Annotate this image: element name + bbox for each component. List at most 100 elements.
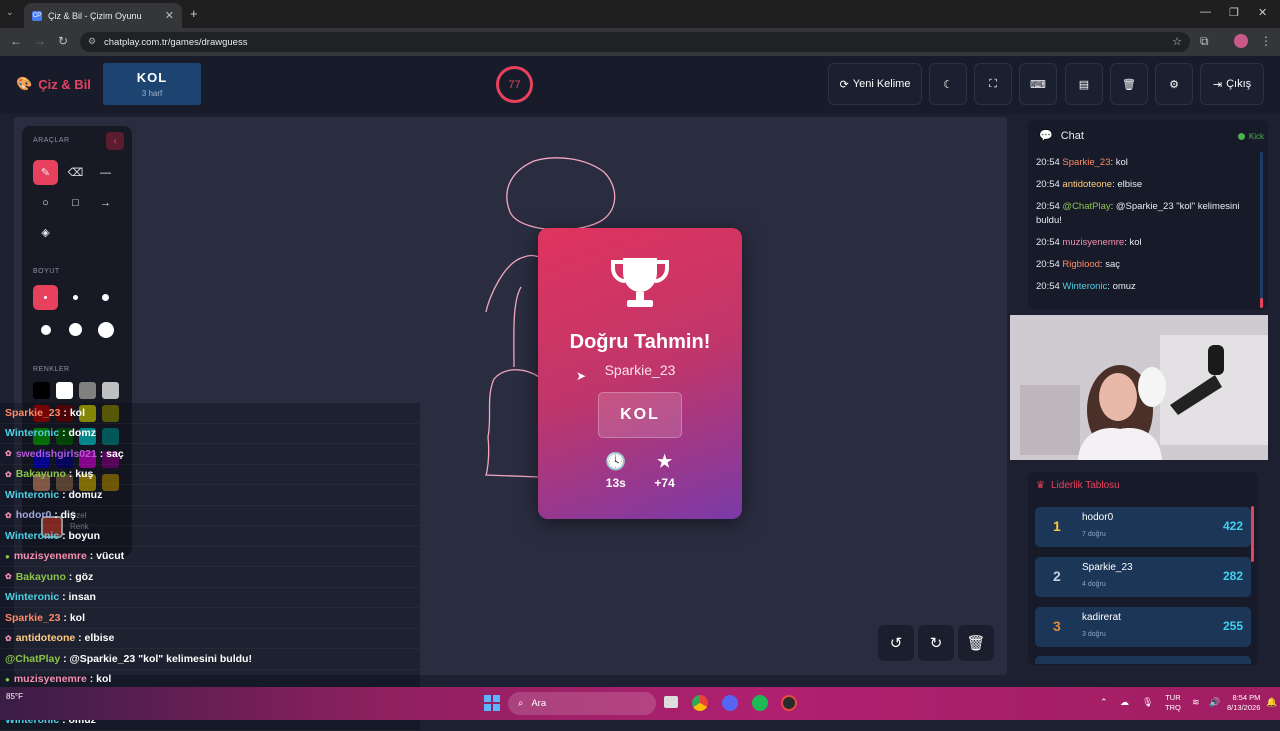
spotify-icon[interactable] [752, 695, 768, 711]
arrow-tool[interactable]: → [93, 190, 118, 215]
chat-user[interactable]: antidoteone [1062, 179, 1112, 190]
palette-icon: 🎨 [16, 76, 32, 92]
size-xl[interactable] [63, 317, 88, 342]
tab-list-icon[interactable]: ⌄ [6, 7, 14, 18]
exit-button[interactable]: ⇥ Çıkış [1200, 63, 1264, 105]
app-logo-text: Çiz & Bil [38, 77, 91, 92]
notification-bell-icon[interactable]: 🔔 [1266, 697, 1277, 708]
clock[interactable]: 8:54 PM 8/13/2026 [1227, 693, 1260, 713]
chat-title: Chat [1061, 130, 1084, 142]
circle-tool[interactable]: ○ [33, 190, 58, 215]
wifi-icon[interactable]: ≋ [1192, 697, 1200, 708]
start-button[interactable] [484, 695, 500, 711]
search-icon: ⌕ [518, 698, 523, 709]
overlay-chat-user: Sparkie_23 [5, 612, 60, 624]
reload-icon[interactable]: ↻ [58, 34, 68, 48]
browser-tab[interactable]: CP Çiz & Bil - Çizim Oyunu ✕ [24, 3, 182, 28]
line-tool[interactable]: — [93, 160, 118, 185]
overlay-chat-separator: : [66, 468, 75, 480]
close-window-icon[interactable]: ✕ [1258, 6, 1267, 19]
start-logo-tile [493, 704, 500, 711]
size-xxl[interactable] [93, 317, 118, 342]
profile-avatar[interactable] [1234, 34, 1248, 48]
clear-canvas-button[interactable]: 🗑 [958, 625, 994, 661]
delete-button[interactable]: 🗑 [1110, 63, 1148, 105]
favicon: CP [32, 11, 42, 21]
app-icon[interactable] [781, 695, 797, 711]
chat-user[interactable]: muzisyenemre [1062, 237, 1124, 248]
chrome-icon[interactable] [692, 695, 708, 711]
settings-button[interactable]: ⚙ [1155, 63, 1193, 105]
dark-mode-button[interactable]: ☾ [929, 63, 967, 105]
keyboard-button[interactable]: ⌨ [1019, 63, 1057, 105]
task-view-icon[interactable] [664, 696, 678, 708]
brush-tool[interactable]: ✎ [33, 160, 58, 185]
online-dot-icon [1238, 133, 1245, 140]
redo-button[interactable]: ↻ [918, 625, 954, 661]
volume-icon[interactable]: 🔊 [1209, 697, 1220, 708]
archive-button[interactable]: ▤ [1065, 63, 1103, 105]
overlay-chat-text: elbise [85, 632, 115, 644]
overlay-chat-separator: : [60, 612, 69, 624]
chat-user[interactable]: Rigblood [1062, 259, 1100, 270]
player-score: 282 [1223, 569, 1243, 583]
minimize-icon[interactable]: — [1200, 6, 1211, 18]
eraser-tool[interactable]: ⌫ [63, 160, 88, 185]
color-swatch[interactable] [79, 382, 96, 399]
size-xs[interactable] [33, 285, 58, 310]
new-tab-icon[interactable]: + [190, 6, 198, 21]
chat-message: 20:54 muzisyenemre: kol [1036, 236, 1256, 250]
extensions-icon[interactable]: ⧉ [1200, 34, 1209, 49]
collapse-panel-button[interactable]: ‹ [106, 132, 124, 150]
new-word-button[interactable]: ⟳ Yeni Kelime [828, 63, 922, 105]
close-tab-icon[interactable]: ✕ [165, 9, 174, 22]
leaderboard-scroll-thumb[interactable] [1251, 506, 1254, 562]
size-dot [102, 294, 109, 301]
chat-user[interactable]: Sparkie_23 [1062, 157, 1110, 168]
chat-scrollbar[interactable] [1260, 152, 1263, 308]
fill-tool[interactable]: ◈ [33, 220, 58, 245]
size-lg[interactable] [33, 317, 58, 342]
color-swatch[interactable] [33, 382, 50, 399]
rectangle-tool[interactable]: □ [63, 190, 88, 215]
bookmark-star-icon[interactable]: ☆ [1172, 35, 1182, 48]
browser-menu-icon[interactable]: ⋮ [1260, 34, 1272, 48]
overlay-chat-separator: : [66, 571, 75, 583]
weather-widget[interactable]: 85°F [6, 692, 23, 701]
overlay-chat-separator: : [97, 448, 106, 460]
back-icon[interactable]: ← [10, 34, 22, 48]
maximize-icon[interactable]: ❐ [1229, 6, 1239, 19]
chat-user[interactable]: @ChatPlay [1062, 201, 1110, 212]
exit-label: Çıkış [1226, 78, 1251, 90]
taskbar-search[interactable]: ⌕ Ara [508, 692, 656, 715]
discord-icon[interactable] [722, 695, 738, 711]
paint-bucket-icon: ◈ [41, 226, 49, 239]
platform-label: Kick [1249, 132, 1264, 141]
forward-icon[interactable]: → [34, 34, 46, 48]
chat-user[interactable]: Winteronic [1062, 281, 1107, 292]
color-swatch[interactable] [102, 382, 119, 399]
search-label: Ara [531, 698, 546, 709]
app-logo[interactable]: 🎨 Çiz & Bil [16, 76, 91, 92]
microphone-icon[interactable]: 🎙 [1142, 697, 1153, 708]
size-md[interactable] [93, 285, 118, 310]
overlay-chat-separator: : [87, 673, 96, 685]
overlay-chat-separator: : [51, 509, 60, 521]
language-indicator[interactable]: TUR TRQ [1165, 693, 1181, 713]
tray-chevron-icon[interactable]: ⌃ [1100, 697, 1108, 708]
overlay-chat-separator: : [59, 530, 68, 542]
url-field[interactable]: ⚙ chatplay.com.tr/games/drawguess ☆ [80, 32, 1190, 52]
player-correct-count: 4 doğru [1082, 581, 1106, 588]
undo-button[interactable]: ↺ [878, 625, 914, 661]
fullscreen-button[interactable]: ⛶ [974, 63, 1012, 105]
chat-scroll-thumb[interactable] [1260, 298, 1263, 308]
word-hint: 3 harf [103, 89, 201, 98]
color-swatch[interactable] [56, 382, 73, 399]
size-sm[interactable] [63, 285, 88, 310]
overlay-chat-text: insan [69, 591, 96, 603]
overlay-chat-separator: : [59, 591, 68, 603]
site-info-icon[interactable]: ⚙ [88, 36, 96, 47]
overlay-chat-row: ✿Bakayuno : göz [0, 567, 420, 588]
network-icon[interactable]: ☁ [1120, 697, 1129, 708]
size-label: BOYUT [33, 268, 60, 275]
